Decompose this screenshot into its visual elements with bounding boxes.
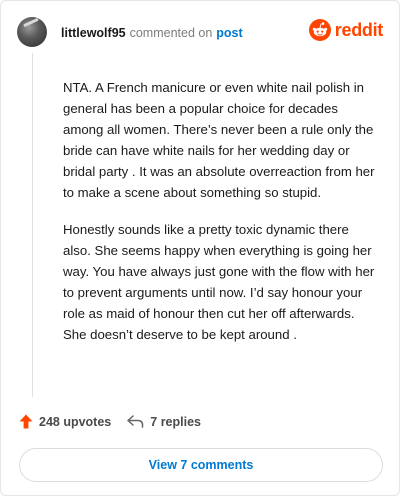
comment-card: littlewolf95 commented on post reddit NTA.… [0, 0, 400, 496]
comment-meta: littlewolf95 commented on post [61, 25, 243, 41]
replies-button[interactable]: 7 replies [127, 415, 201, 429]
reddit-snoo-icon [308, 19, 331, 41]
reply-count: 7 replies [150, 414, 201, 429]
post-link[interactable]: post [216, 26, 242, 40]
comment-header: littlewolf95 commented on post reddit [17, 17, 383, 51]
comment-body: NTA. A French manicure or even white nai… [63, 77, 377, 361]
upvote-arrow-icon [19, 414, 33, 429]
comment-actions: 248 upvotes 7 replies [19, 414, 201, 429]
upvote-button[interactable]: 248 upvotes [19, 414, 111, 429]
reply-arrow-icon [127, 415, 144, 428]
reddit-wordmark: reddit [334, 19, 384, 40]
action-text: commented on [129, 26, 213, 40]
reddit-logo[interactable]: reddit [308, 19, 384, 41]
upvote-count: 248 upvotes [39, 414, 112, 429]
comment-paragraph: Honestly sounds like a pretty toxic dyna… [63, 222, 375, 342]
view-comments-button[interactable]: View 7 comments [19, 448, 383, 482]
thread-line [32, 53, 33, 397]
comment-paragraph: NTA. A French manicure or even white nai… [63, 80, 375, 200]
username-link[interactable]: littlewolf95 [61, 26, 126, 40]
avatar[interactable] [17, 17, 47, 47]
